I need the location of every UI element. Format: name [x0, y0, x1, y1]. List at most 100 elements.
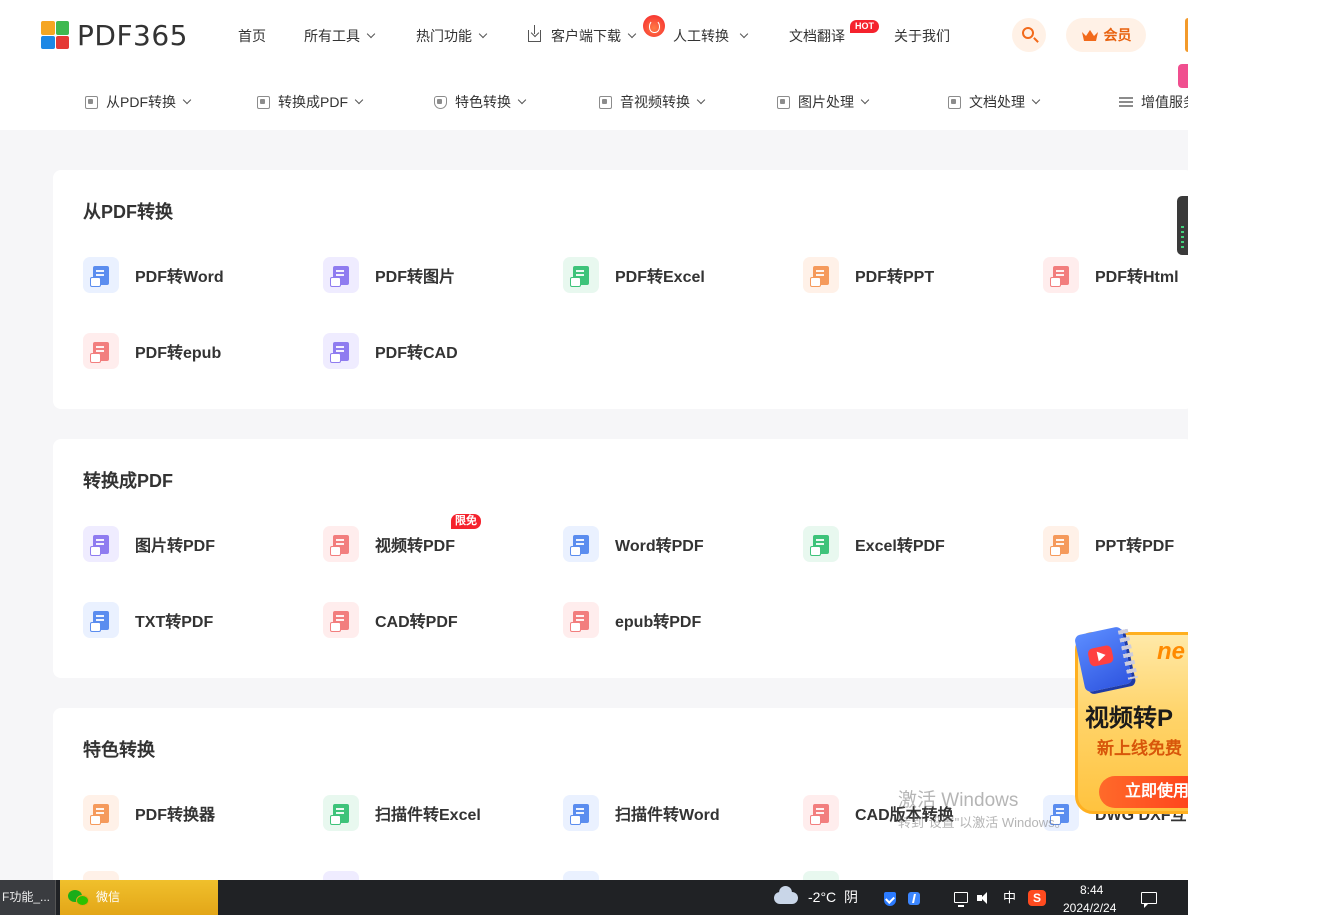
tool-file-icon [323, 333, 359, 369]
tool-epub-to-pdf[interactable]: epub转PDF [563, 602, 701, 638]
chevron-down-icon [627, 29, 637, 39]
weather-temp[interactable]: -2°C [808, 880, 836, 915]
clock-date[interactable]: 2024/2/24 [1063, 891, 1116, 915]
logo-text: PDF365 [77, 18, 188, 52]
tool-scan-to-excel[interactable]: 扫描件转Excel [323, 795, 481, 831]
tool-word-to-pdf[interactable]: Word转PDF [563, 526, 704, 562]
tool-label: 图片转PDF [135, 538, 216, 555]
search-icon-handle [1033, 37, 1039, 43]
nav-label: 客户端下载 [551, 28, 621, 44]
tool-pdf-converter[interactable]: PDF转换器 [83, 795, 215, 831]
tool-cad-to-pdf[interactable]: CAD转PDF [323, 602, 458, 638]
taskbar-wechat-task[interactable]: 微信 [60, 880, 218, 915]
subnav-document[interactable]: 文档处理 [948, 92, 1041, 112]
tool-label: Excel转PDF [855, 538, 945, 555]
pdf-import-icon [257, 95, 270, 109]
cloud-icon [774, 886, 798, 904]
bluetooth-icon[interactable] [908, 892, 920, 905]
activation-watermark-title: 激活 Windows [898, 790, 1019, 811]
chevron-down-icon [739, 29, 749, 39]
nav-label: 所有工具 [304, 28, 360, 44]
site-logo[interactable]: PDF365 [41, 18, 188, 52]
floating-side-tab[interactable] [1178, 64, 1188, 88]
tool-file-icon [323, 602, 359, 638]
tool-video-to-pdf[interactable]: 视频转PDF [323, 526, 455, 562]
tool-image-to-pdf[interactable]: 图片转PDF [83, 526, 215, 562]
logo-square [55, 21, 69, 35]
tool-ppt-to-pdf[interactable]: PPT转PDF [1043, 526, 1174, 562]
logo-square [41, 21, 55, 35]
tool-icon-partial [803, 871, 839, 880]
vip-label: 会员 [1103, 27, 1132, 43]
nav-manual-conversion[interactable]: 人工转换 [673, 26, 749, 46]
subnav-image[interactable]: 图片处理 [777, 92, 870, 112]
subnav-from-pdf[interactable]: 从PDF转换 [85, 92, 192, 112]
chevron-down-icon [860, 95, 870, 105]
tool-pdf-to-ppt[interactable]: PDF转PPT [803, 257, 934, 293]
section-title: 转换成PDF [83, 471, 173, 491]
subnav-to-pdf[interactable]: 转换成PDF [257, 92, 364, 112]
tool-file-icon [323, 795, 359, 831]
notification-icon[interactable] [1141, 892, 1157, 908]
tool-pdf-to-cad[interactable]: PDF转CAD [323, 333, 458, 369]
subnav-label: 从PDF转换 [106, 94, 176, 110]
tool-icon-partial [323, 871, 359, 880]
tool-label: PDF转PPT [855, 269, 935, 286]
weather-desc[interactable]: 阴 [844, 880, 858, 915]
nav-label: 关于我们 [894, 28, 950, 44]
tool-label: PDF转Html [1095, 269, 1179, 286]
vip-button[interactable]: 会员 [1066, 18, 1146, 52]
nav-home[interactable]: 首页 [238, 26, 266, 46]
subnav-media[interactable]: 音视频转换 [599, 92, 706, 112]
windows-taskbar: F功能_... 微信 -2°C 阴 中 S 8:44 2024/2/24 [0, 880, 1188, 915]
volume-icon[interactable] [977, 892, 993, 904]
tool-icon-partial [83, 871, 119, 880]
chevron-down-icon [517, 95, 527, 105]
tool-file-icon [83, 257, 119, 293]
tool-pdf-to-html[interactable]: PDF转Html [1043, 257, 1179, 293]
tool-txt-to-pdf[interactable]: TXT转PDF [83, 602, 213, 638]
subnav-value-added[interactable]: 增值服务 [1119, 92, 1188, 112]
nav-doc-translate[interactable]: 文档翻译 [789, 26, 845, 46]
taskbar-browser-task[interactable]: F功能_... [0, 880, 56, 915]
search-button[interactable] [1012, 18, 1046, 52]
subnav-label: 转换成PDF [278, 94, 348, 110]
download-icon [528, 25, 541, 42]
ime-indicator[interactable]: 中 [1003, 880, 1016, 915]
video-book-icon [1069, 618, 1141, 695]
tool-label: PDF转Excel [615, 269, 705, 286]
nav-client-download[interactable]: 客户端下载 [528, 25, 637, 46]
tool-pdf-to-epub[interactable]: PDF转epub [83, 333, 221, 369]
tool-scan-to-word[interactable]: 扫描件转Word [563, 795, 720, 831]
taskbar-wechat-label: 微信 [96, 890, 121, 904]
tool-file-icon [323, 526, 359, 562]
tool-file-icon [563, 257, 599, 293]
section-to-pdf: 转换成PDF 图片转PDF 视频转PDF Word转PDF Excel转PDF … [53, 439, 1188, 678]
login-button-edge[interactable] [1185, 18, 1188, 52]
search-icon [1022, 27, 1034, 39]
shield-icon [434, 95, 447, 109]
tool-file-icon [803, 526, 839, 562]
nav-about[interactable]: 关于我们 [894, 26, 950, 46]
section-title: 从PDF转换 [83, 202, 173, 222]
nav-all-tools[interactable]: 所有工具 [304, 26, 376, 46]
network-icon[interactable] [954, 892, 968, 907]
nav-label: 首页 [238, 28, 266, 44]
tool-pdf-to-image[interactable]: PDF转图片 [323, 257, 455, 293]
side-float-widget[interactable] [1177, 196, 1188, 255]
nav-hot-features[interactable]: 热门功能 [416, 26, 488, 46]
tool-file-icon [83, 795, 119, 831]
security-shield-icon[interactable] [884, 892, 896, 906]
tool-label: PDF转换器 [135, 807, 216, 824]
sogou-ime-icon[interactable]: S [1028, 890, 1046, 906]
list-icon [1119, 96, 1133, 108]
subnav-featured[interactable]: 特色转换 [434, 92, 527, 112]
tool-excel-to-pdf[interactable]: Excel转PDF [803, 526, 945, 562]
screen: PDF365 首页 所有工具 热门功能 客户端下载 人工转换 文档翻译 HOT … [0, 0, 1321, 915]
promo-video-to-pdf[interactable]: ne 视频转P 新上线免费 立即使用 [1067, 624, 1188, 814]
tool-pdf-to-word[interactable]: PDF转Word [83, 257, 224, 293]
tool-pdf-to-excel[interactable]: PDF转Excel [563, 257, 705, 293]
promo-use-now-button[interactable]: 立即使用 [1099, 776, 1188, 808]
tool-icon-partial [563, 871, 599, 880]
tool-label: 扫描件转Excel [375, 807, 481, 824]
